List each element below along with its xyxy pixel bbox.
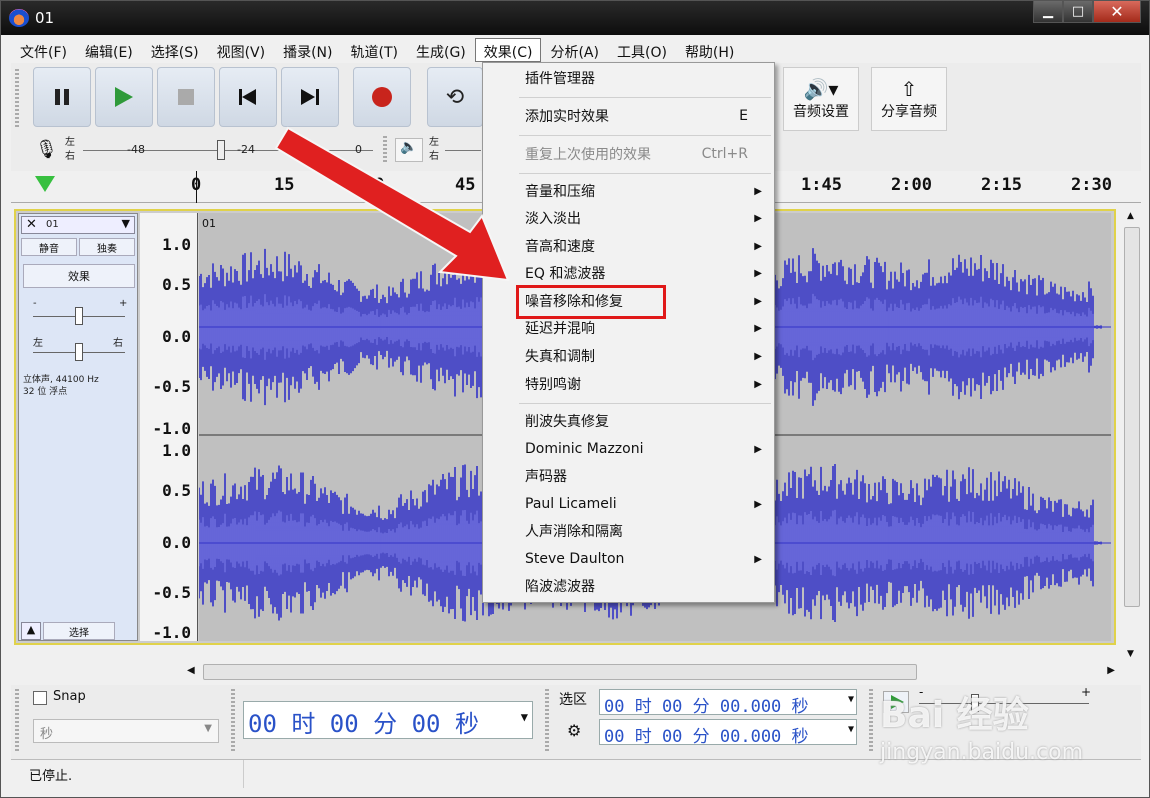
annotation-highlight-box xyxy=(516,285,666,319)
annotation-arrow xyxy=(274,126,510,282)
red-arrow-shape xyxy=(274,126,510,282)
baidu-watermark: Bai 经验 xyxy=(880,695,1029,736)
baidu-watermark-url: jingyan.baidu.com xyxy=(880,740,1084,765)
